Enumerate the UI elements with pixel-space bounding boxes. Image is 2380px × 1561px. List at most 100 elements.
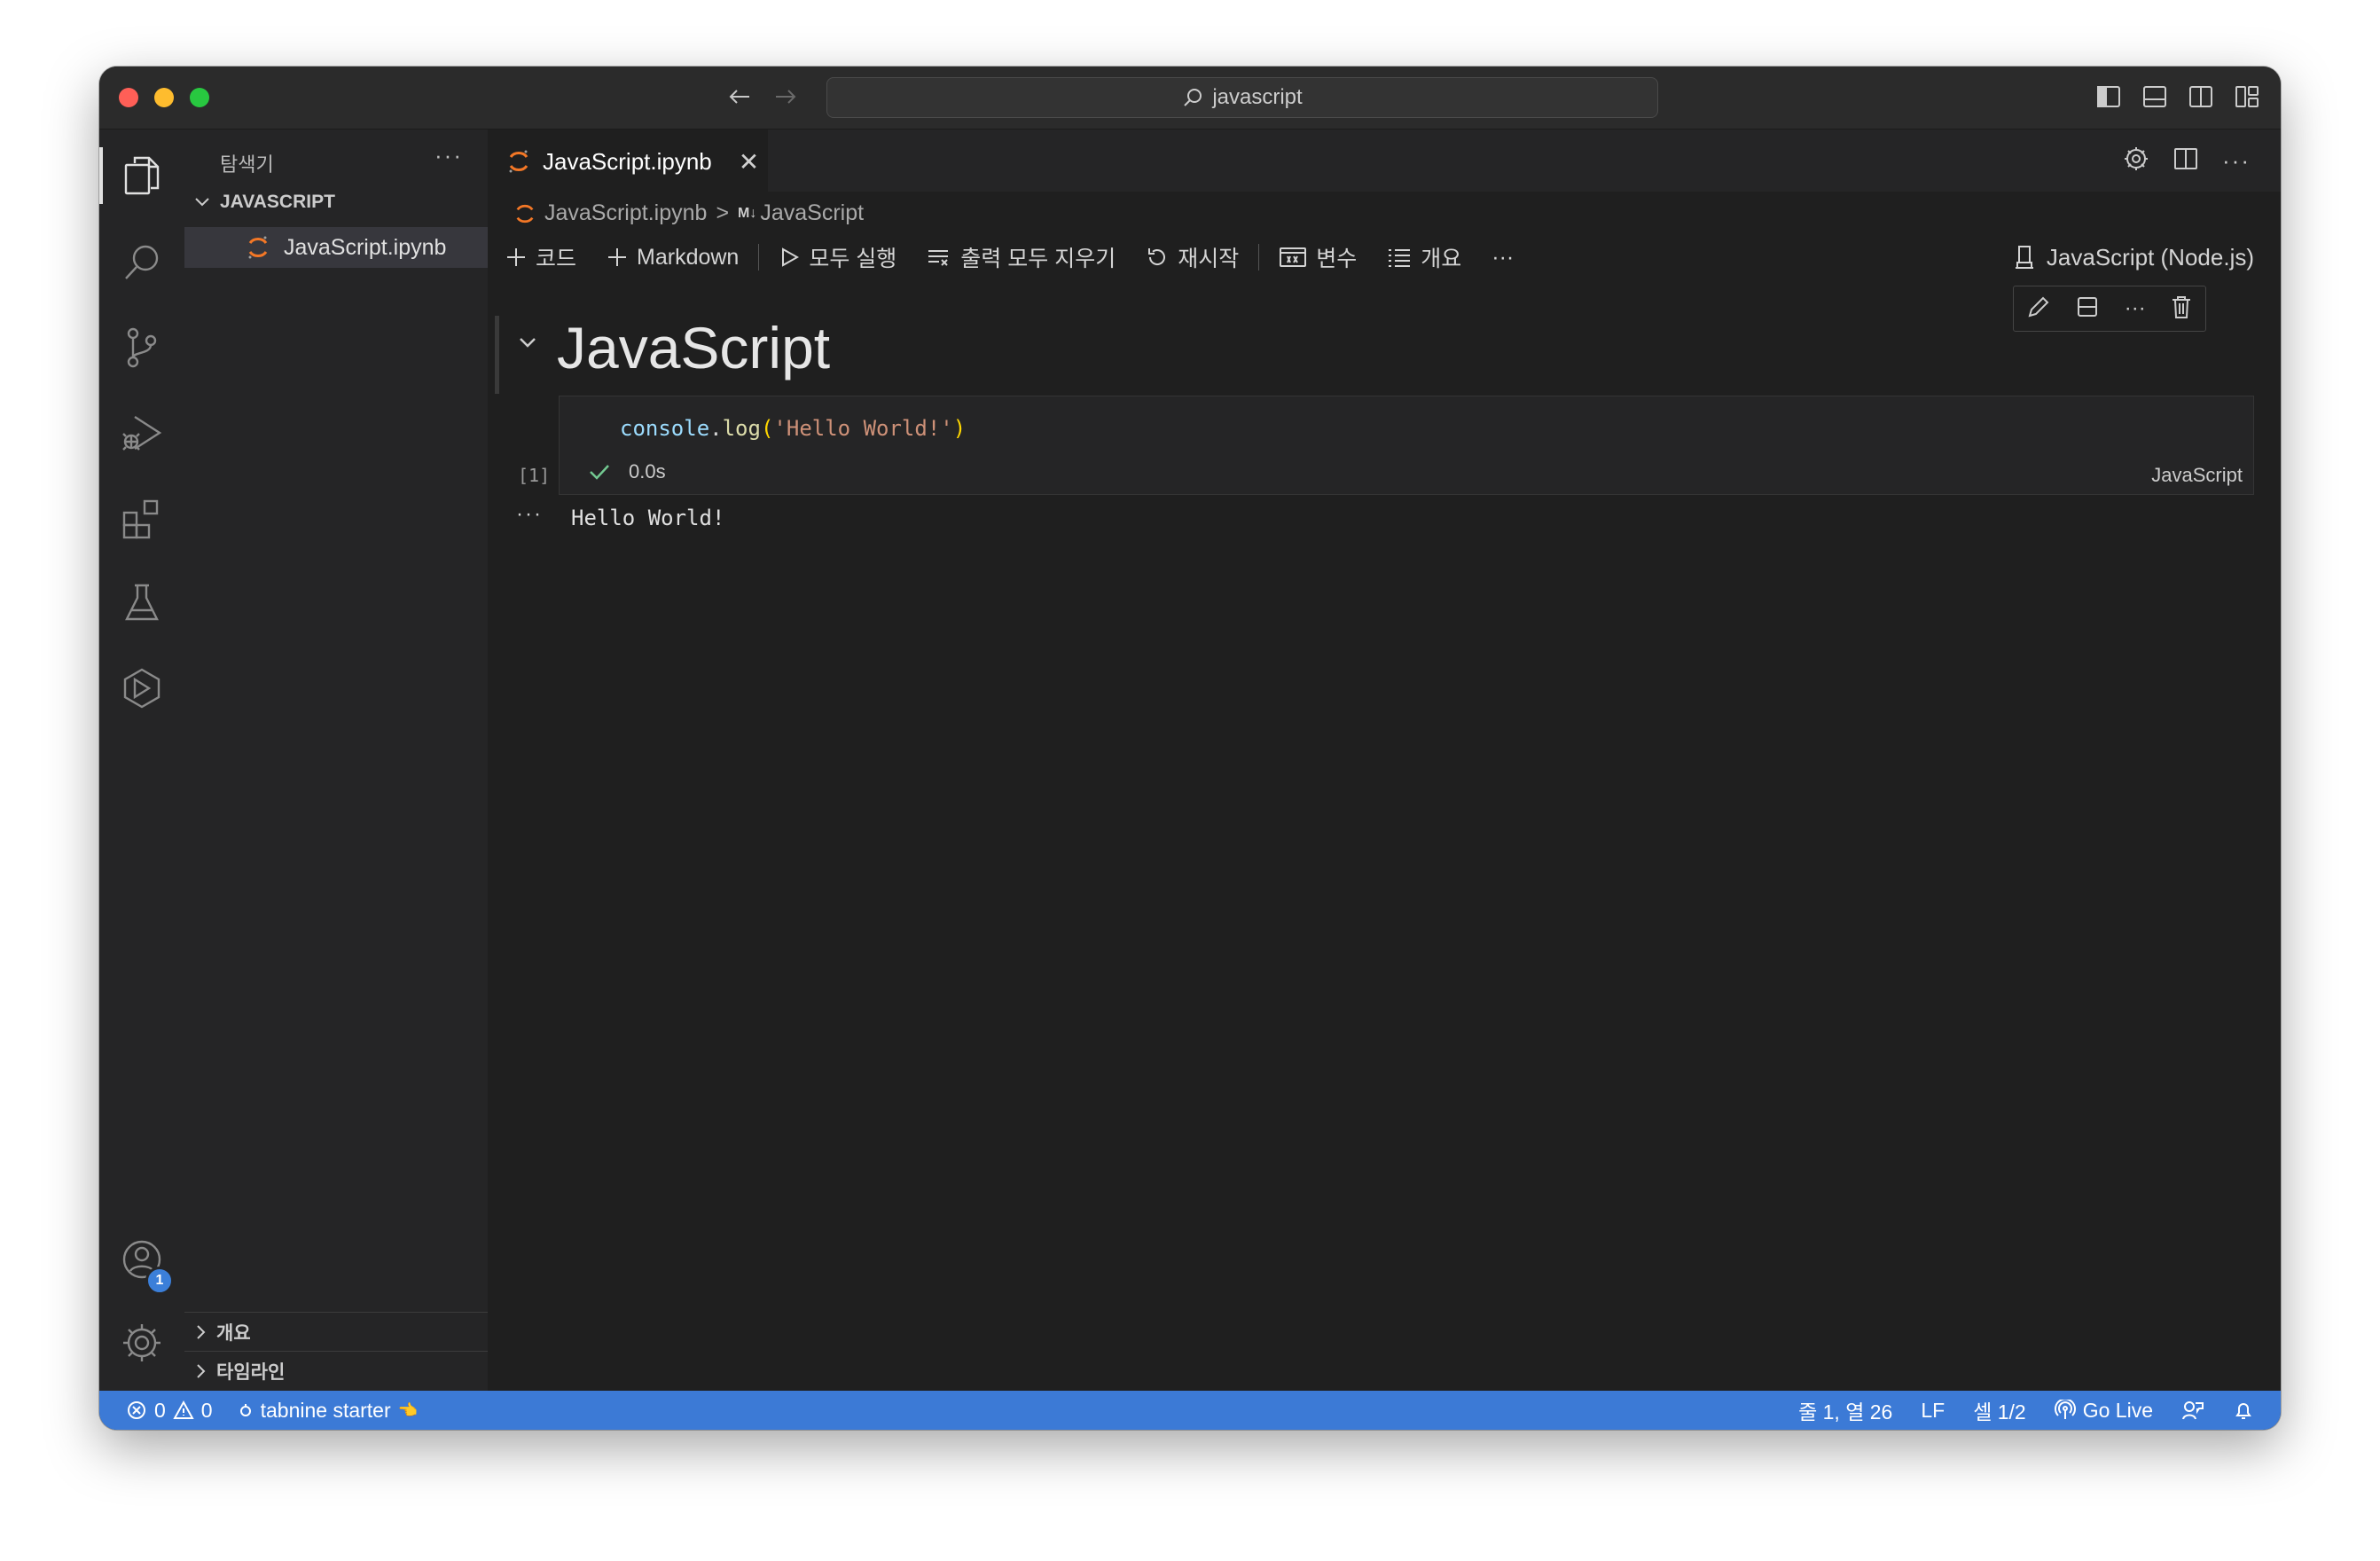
tabnine-label: tabnine starter	[260, 1398, 391, 1422]
toggle-secondary-sidebar-icon[interactable]	[2187, 82, 2215, 111]
outline-button[interactable]: 개요	[1387, 241, 1461, 273]
more-actions-icon[interactable]: ···	[2222, 147, 2251, 175]
testing-icon[interactable]	[99, 568, 184, 639]
status-bar-right: 줄 1, 열 26 LF 셀 1/2 Go Live	[1798, 1391, 2254, 1430]
variables-button[interactable]: 변수	[1279, 241, 1357, 273]
search-icon[interactable]	[99, 227, 184, 298]
outline-section[interactable]: 개요	[184, 1312, 488, 1352]
chevron-right-icon	[197, 1325, 206, 1339]
restart-kernel-button[interactable]: 재시작	[1146, 241, 1239, 273]
tab-bar: JavaScript.ipynb ✕ ···	[488, 129, 2281, 192]
add-markdown-cell-button[interactable]: Markdown	[607, 245, 739, 271]
customize-layout-icon[interactable]	[2233, 82, 2261, 111]
clear-all-outputs-button[interactable]: 출력 모두 지우기	[927, 241, 1116, 273]
toggle-primary-sidebar-icon[interactable]	[2094, 82, 2123, 111]
add-markdown-label: Markdown	[637, 244, 740, 270]
variables-label: 변수	[1316, 247, 1358, 271]
kernel-picker[interactable]: JavaScript (Node.js)	[2013, 238, 2254, 277]
notebook-settings-gear-icon[interactable]	[2123, 145, 2149, 176]
workspace-folder-label: JAVASCRIPT	[220, 192, 335, 212]
add-code-cell-button[interactable]: 코드	[505, 241, 576, 273]
notebook-toolbar: 코드 Markdown 모두 실행 출력 모두 지우기 재시작 변수 개요 ··…	[505, 238, 2254, 277]
code-cell[interactable]: console.log('Hello World!') 0.0s JavaScr…	[559, 396, 2254, 495]
source-control-icon[interactable]	[99, 312, 184, 383]
check-icon	[590, 465, 609, 480]
notebook-editor: JavaScript.ipynb ✕ ··· JavaScript.ipynb …	[488, 129, 2281, 1391]
run-all-button[interactable]: 모두 실행	[779, 241, 896, 273]
accounts-icon[interactable]: 1	[99, 1224, 184, 1295]
toggle-panel-icon[interactable]	[2141, 82, 2169, 111]
remote-explorer-icon[interactable]	[99, 653, 184, 724]
code-token-fn: log	[722, 416, 761, 441]
jupyter-icon	[248, 236, 268, 259]
markdown-cell-focus-bar	[495, 316, 499, 394]
go-live-button[interactable]: Go Live	[2054, 1398, 2153, 1423]
output-more-icon[interactable]: ···	[516, 502, 543, 527]
explorer-icon[interactable]	[99, 140, 184, 211]
extensions-icon[interactable]	[99, 482, 184, 553]
breadcrumb-section[interactable]: JavaScript	[760, 200, 864, 226]
back-arrow-icon[interactable]	[724, 81, 755, 113]
run-all-label: 모두 실행	[809, 247, 897, 271]
breadcrumb-file[interactable]: JavaScript.ipynb	[544, 200, 707, 226]
split-cell-icon[interactable]	[2075, 294, 2100, 324]
cursor-position[interactable]: 줄 1, 열 26	[1798, 1395, 1892, 1425]
accounts-feedback-icon[interactable]	[2181, 1400, 2204, 1421]
run-debug-icon[interactable]	[99, 397, 184, 468]
breadcrumb: JavaScript.ipynb > M↓ JavaScript	[514, 200, 864, 226]
tabnine-status[interactable]: tabnine starter 👈	[238, 1399, 418, 1423]
outline-section-label: 개요	[216, 1323, 251, 1344]
tab-javascript-ipynb[interactable]: JavaScript.ipynb ✕	[488, 129, 768, 192]
layout-controls	[2094, 82, 2261, 111]
activity-bar: 1	[99, 129, 184, 1391]
close-tab-icon[interactable]: ✕	[739, 147, 759, 176]
cell-more-icon[interactable]: ···	[2125, 296, 2146, 321]
go-live-label: Go Live	[2082, 1398, 2153, 1422]
minimize-window-button[interactable]	[154, 88, 174, 107]
plus-icon	[608, 248, 627, 266]
vscode-window: javascript 1 탐색기 ··· JAVASCRIPT JavaScri…	[99, 67, 2281, 1430]
execution-status: 0.0s	[588, 460, 666, 483]
variables-icon	[1280, 247, 1307, 267]
toolbar-more-button[interactable]: ···	[1491, 245, 1514, 271]
broadcast-icon	[2054, 1400, 2076, 1419]
plus-icon	[507, 248, 525, 266]
command-center-search[interactable]: javascript	[826, 77, 1658, 118]
execution-duration: 0.0s	[629, 460, 666, 482]
code-token-ident: console	[620, 416, 710, 441]
tab-label: JavaScript.ipynb	[543, 147, 712, 175]
cell-language-picker[interactable]: JavaScript	[2151, 464, 2243, 487]
end-of-line[interactable]: LF	[1921, 1399, 1945, 1423]
timeline-section[interactable]: 타임라인	[184, 1351, 488, 1391]
edit-pencil-icon[interactable]	[2026, 294, 2051, 324]
restart-icon	[1148, 248, 1166, 265]
warning-count: 0	[200, 1398, 213, 1422]
markdown-icon: M↓	[738, 205, 757, 221]
restart-label: 재시작	[1178, 247, 1240, 271]
file-item-javascript-ipynb[interactable]: JavaScript.ipynb	[184, 227, 488, 268]
workspace-folder[interactable]: JAVASCRIPT	[193, 192, 335, 213]
code-line[interactable]: console.log('Hello World!')	[620, 416, 966, 441]
list-icon	[1389, 249, 1411, 267]
add-code-label: 코드	[536, 247, 577, 271]
collapse-chevron-icon[interactable]	[518, 335, 537, 354]
accounts-badge: 1	[145, 1267, 174, 1295]
chevron-down-icon	[195, 198, 209, 207]
clear-all-icon	[928, 250, 949, 266]
notifications-bell-icon[interactable]	[2233, 1400, 2254, 1421]
jupyter-icon	[516, 204, 534, 223]
kernel-label: JavaScript (Node.js)	[2046, 243, 2254, 271]
markdown-heading[interactable]: JavaScript	[557, 314, 830, 381]
manage-gear-icon[interactable]	[99, 1307, 184, 1378]
sidebar-more-actions[interactable]: ···	[435, 142, 463, 169]
error-icon	[128, 1401, 145, 1419]
cell-indicator[interactable]: 셀 1/2	[1973, 1395, 2026, 1425]
breadcrumb-separator: >	[716, 200, 730, 225]
zoom-window-button[interactable]	[190, 88, 209, 107]
delete-trash-icon[interactable]	[2170, 294, 2193, 324]
close-window-button[interactable]	[119, 88, 138, 107]
problems-status[interactable]: 0 0	[126, 1399, 213, 1423]
split-editor-icon[interactable]	[2173, 146, 2199, 176]
cell-toolbar: ···	[2013, 286, 2206, 332]
forward-arrow-icon[interactable]	[770, 81, 802, 113]
